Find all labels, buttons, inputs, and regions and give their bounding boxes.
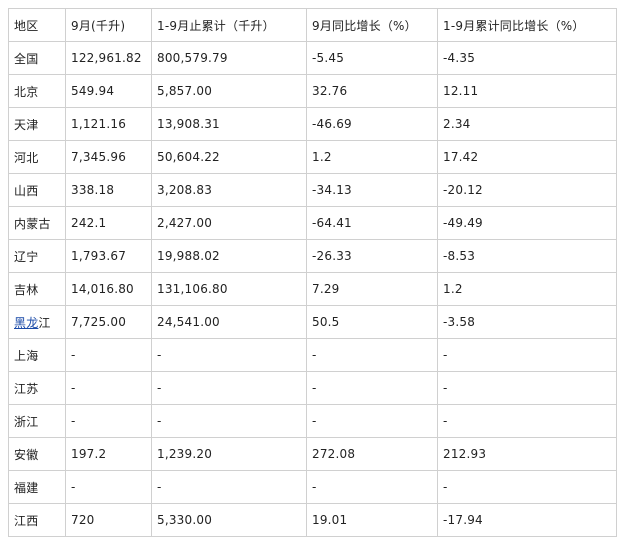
cell-sep-yoy: -46.69 [306, 107, 438, 141]
cell-sep-yoy: -34.13 [306, 173, 438, 207]
table-row: 江西 720 5,330.00 19.01 -17.94 [8, 503, 617, 537]
header-ytd-yoy: 1-9月累计同比增长（%） [437, 8, 617, 42]
table-row: 北京 549.94 5,857.00 32.76 12.11 [8, 74, 617, 108]
cell-ytd: 13,908.31 [151, 107, 307, 141]
cell-ytd: - [151, 470, 307, 504]
cell-ytd: 1,239.20 [151, 437, 307, 471]
cell-ytd: 3,208.83 [151, 173, 307, 207]
cell-ytd: 5,857.00 [151, 74, 307, 108]
cell-sep-yoy: 1.2 [306, 140, 438, 174]
cell-ytd-yoy: - [437, 404, 617, 438]
table-row: 山西 338.18 3,208.83 -34.13 -20.12 [8, 173, 617, 207]
cell-sep-yoy: -64.41 [306, 206, 438, 240]
header-sep-yoy: 9月同比增长（%） [306, 8, 438, 42]
table-row: 辽宁 1,793.67 19,988.02 -26.33 -8.53 [8, 239, 617, 273]
cell-sep-yoy: 272.08 [306, 437, 438, 471]
cell-sep: 549.94 [65, 74, 152, 108]
cell-ytd-yoy: - [437, 470, 617, 504]
cell-sep: 1,793.67 [65, 239, 152, 273]
cell-ytd: - [151, 404, 307, 438]
cell-sep: 7,345.96 [65, 140, 152, 174]
cell-ytd-yoy: -4.35 [437, 41, 617, 75]
cell-sep: 197.2 [65, 437, 152, 471]
cell-sep-yoy: 7.29 [306, 272, 438, 306]
cell-ytd-yoy: -20.12 [437, 173, 617, 207]
cell-ytd-yoy: -3.58 [437, 305, 617, 339]
cell-ytd: 5,330.00 [151, 503, 307, 537]
cell-ytd-yoy: - [437, 338, 617, 372]
cell-region: 全国 [8, 41, 66, 75]
cell-sep: - [65, 371, 152, 405]
cell-ytd-yoy: 17.42 [437, 140, 617, 174]
cell-ytd-yoy: 1.2 [437, 272, 617, 306]
cell-region: 福建 [8, 470, 66, 504]
cell-ytd: 19,988.02 [151, 239, 307, 273]
cell-sep-yoy: - [306, 338, 438, 372]
cell-ytd: - [151, 371, 307, 405]
table-row: 内蒙古 242.1 2,427.00 -64.41 -49.49 [8, 206, 617, 240]
cell-sep: 338.18 [65, 173, 152, 207]
cell-sep-yoy: -5.45 [306, 41, 438, 75]
region-name-rest: 江 [38, 315, 51, 330]
cell-sep: 122,961.82 [65, 41, 152, 75]
cell-region: 黑龙江 [8, 305, 66, 339]
cell-sep: - [65, 338, 152, 372]
cell-ytd-yoy: -17.94 [437, 503, 617, 537]
cell-sep: 1,121.16 [65, 107, 152, 141]
cell-ytd: 800,579.79 [151, 41, 307, 75]
cell-ytd: 24,541.00 [151, 305, 307, 339]
header-region: 地区 [8, 8, 66, 42]
table-row: 福建 - - - - [8, 470, 617, 504]
cell-region: 江苏 [8, 371, 66, 405]
cell-region: 北京 [8, 74, 66, 108]
region-stats-table: 地区 9月(千升) 1-9月止累计（千升） 9月同比增长（%） 1-9月累计同比… [8, 8, 617, 537]
cell-sep-yoy: 50.5 [306, 305, 438, 339]
cell-sep: 720 [65, 503, 152, 537]
cell-region: 安徽 [8, 437, 66, 471]
cell-region: 浙江 [8, 404, 66, 438]
table-row: 河北 7,345.96 50,604.22 1.2 17.42 [8, 140, 617, 174]
cell-sep-yoy: 19.01 [306, 503, 438, 537]
cell-ytd: 2,427.00 [151, 206, 307, 240]
table-row: 浙江 - - - - [8, 404, 617, 438]
cell-sep: - [65, 470, 152, 504]
cell-region: 河北 [8, 140, 66, 174]
cell-region: 江西 [8, 503, 66, 537]
cell-region: 上海 [8, 338, 66, 372]
table-row: 江苏 - - - - [8, 371, 617, 405]
cell-region: 辽宁 [8, 239, 66, 273]
cell-ytd: 50,604.22 [151, 140, 307, 174]
table-row: 黑龙江 7,725.00 24,541.00 50.5 -3.58 [8, 305, 617, 339]
cell-sep-yoy: -26.33 [306, 239, 438, 273]
header-sep: 9月(千升) [65, 8, 152, 42]
cell-sep: 242.1 [65, 206, 152, 240]
cell-ytd-yoy: 12.11 [437, 74, 617, 108]
cell-region: 内蒙古 [8, 206, 66, 240]
cell-sep: 7,725.00 [65, 305, 152, 339]
cell-sep-yoy: - [306, 470, 438, 504]
cell-sep: - [65, 404, 152, 438]
cell-region: 天津 [8, 107, 66, 141]
cell-ytd-yoy: -49.49 [437, 206, 617, 240]
cell-ytd-yoy: 212.93 [437, 437, 617, 471]
cell-region: 山西 [8, 173, 66, 207]
cell-sep-yoy: - [306, 404, 438, 438]
region-link-heilongjiang[interactable]: 黑龙 [14, 316, 38, 330]
table-row: 上海 - - - - [8, 338, 617, 372]
cell-region: 吉林 [8, 272, 66, 306]
cell-ytd-yoy: - [437, 371, 617, 405]
header-ytd: 1-9月止累计（千升） [151, 8, 307, 42]
table-row: 天津 1,121.16 13,908.31 -46.69 2.34 [8, 107, 617, 141]
cell-sep-yoy: 32.76 [306, 74, 438, 108]
cell-ytd: - [151, 338, 307, 372]
table-header-row: 地区 9月(千升) 1-9月止累计（千升） 9月同比增长（%） 1-9月累计同比… [8, 8, 617, 42]
cell-sep-yoy: - [306, 371, 438, 405]
table-row: 安徽 197.2 1,239.20 272.08 212.93 [8, 437, 617, 471]
cell-ytd: 131,106.80 [151, 272, 307, 306]
cell-ytd-yoy: 2.34 [437, 107, 617, 141]
cell-ytd-yoy: -8.53 [437, 239, 617, 273]
table-row: 全国 122,961.82 800,579.79 -5.45 -4.35 [8, 41, 617, 75]
table-row: 吉林 14,016.80 131,106.80 7.29 1.2 [8, 272, 617, 306]
cell-sep: 14,016.80 [65, 272, 152, 306]
